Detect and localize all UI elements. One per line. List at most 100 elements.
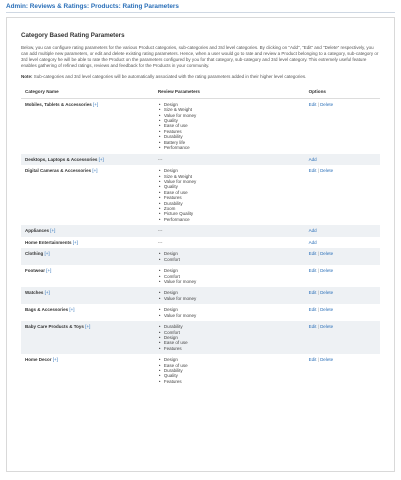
title-divider xyxy=(6,12,395,13)
params-cell: DesignSize & WeightValue for moneyQualit… xyxy=(154,98,305,153)
category-cell: Footwear [+] xyxy=(21,265,154,287)
category-name: Baby Care Products & Toys xyxy=(25,324,84,330)
delete-link[interactable]: Delete xyxy=(320,307,333,312)
options-cell: Edit | Delete xyxy=(305,304,380,321)
delete-link[interactable]: Delete xyxy=(320,102,333,107)
section-note: Note: Sub-categories and 3rd level categ… xyxy=(21,74,380,80)
category-name: Appliances xyxy=(25,228,50,234)
add-link[interactable]: Add xyxy=(309,157,317,162)
options-separator: | xyxy=(317,357,319,363)
edit-link[interactable]: Edit xyxy=(309,307,317,312)
expand-category-link[interactable]: [+] xyxy=(45,290,50,295)
edit-link[interactable]: Edit xyxy=(309,290,317,295)
params-cell: DurabilityComfortDesignEase of useFeatur… xyxy=(153,321,305,355)
delete-link[interactable]: Delete xyxy=(320,168,333,173)
panel-content: Category Based Rating Parameters Below, … xyxy=(21,32,380,387)
expand-category-link[interactable]: [+] xyxy=(85,324,90,329)
params-cell: --- xyxy=(153,225,305,237)
header-params: Review Parameters xyxy=(153,87,305,99)
table-row: Baby Care Products & Toys [+]DurabilityC… xyxy=(21,321,380,355)
param-item: Performance xyxy=(158,145,303,151)
param-item: Features xyxy=(158,379,303,385)
params-list: DesignEase of useDurabilityQualityFeatur… xyxy=(158,357,303,384)
edit-link[interactable]: Edit xyxy=(309,324,317,329)
delete-link[interactable]: Delete xyxy=(320,357,333,362)
expand-category-link[interactable]: [+] xyxy=(73,240,78,245)
category-cell: Desktops, Laptops & Accessories [+] xyxy=(21,153,154,166)
params-cell: --- xyxy=(154,237,305,249)
table-row: Appliances [+] --- Add xyxy=(21,225,380,237)
category-name: Bags & Accessories xyxy=(25,307,69,313)
header-options: Options xyxy=(304,87,380,99)
expand-category-link[interactable]: [+] xyxy=(99,157,104,162)
note-text: Sub-categories and 3rd level categories … xyxy=(32,73,307,79)
delete-link[interactable]: Delete xyxy=(320,268,333,273)
params-list: DesignComfortValue for money xyxy=(158,268,303,285)
options-cell: Edit | Delete xyxy=(305,165,380,225)
delete-link[interactable]: Delete xyxy=(320,251,333,256)
add-link[interactable]: Add xyxy=(309,240,317,245)
edit-link[interactable]: Edit xyxy=(309,268,317,273)
options-cell: Edit | Delete xyxy=(305,265,380,287)
delete-link[interactable]: Delete xyxy=(320,324,333,329)
category-cell: Mobiles, Tablets & Accessories [+] xyxy=(21,98,154,153)
category-cell: Clothing [+] xyxy=(21,248,154,266)
params-cell: DesignValue for money xyxy=(153,287,305,305)
params-list: DesignSize & WeightValue for moneyQualit… xyxy=(158,168,303,223)
category-cell: Home Entertainments [+] xyxy=(21,237,154,249)
category-cell: Bags & Accessories [+] xyxy=(21,304,154,321)
category-name: Watches xyxy=(25,290,44,296)
options-cell: Add xyxy=(304,153,380,166)
param-item: Value for money xyxy=(158,313,303,319)
options-separator: | xyxy=(317,101,319,107)
category-name: Digital Cameras & Accessories xyxy=(25,168,92,174)
expand-category-link[interactable]: [+] xyxy=(50,228,55,233)
rating-parameters-panel: Category Based Rating Parameters Below, … xyxy=(6,17,395,472)
params-list: DurabilityComfortDesignEase of useFeatur… xyxy=(158,324,303,351)
params-cell: --- xyxy=(153,153,305,166)
options-cell: Edit | Delete xyxy=(304,248,380,266)
table-row: Home Decor [+]DesignEase of useDurabilit… xyxy=(21,354,380,387)
category-cell: Watches [+] xyxy=(21,287,154,305)
expand-category-link[interactable]: [+] xyxy=(53,357,58,362)
param-item: Value for money xyxy=(158,296,303,302)
options-separator: | xyxy=(317,268,319,274)
params-list: DesignSize & WeightValue for moneyQualit… xyxy=(158,102,303,151)
expand-category-link[interactable]: [+] xyxy=(93,102,98,107)
add-link[interactable]: Add xyxy=(309,228,317,233)
edit-link[interactable]: Edit xyxy=(309,168,317,173)
expand-category-link[interactable]: [+] xyxy=(92,168,97,173)
expand-category-link[interactable]: [+] xyxy=(45,251,50,256)
category-name: Mobiles, Tablets & Accessories xyxy=(25,101,92,107)
params-cell: DesignSize & WeightValue for moneyQualit… xyxy=(154,165,305,225)
category-name: Desktops, Laptops & Accessories xyxy=(25,156,98,162)
category-cell: Appliances [+] xyxy=(21,225,154,237)
edit-link[interactable]: Edit xyxy=(309,251,317,256)
options-cell: Edit | Delete xyxy=(304,287,380,305)
table-row: Digital Cameras & Accessories [+] DesignS… xyxy=(21,165,380,225)
options-separator: | xyxy=(317,290,319,296)
table-row: Desktops, Laptops & Accessories [+] --- Ad… xyxy=(21,153,380,166)
params-cell: DesignComfortValue for money xyxy=(154,265,305,287)
category-name: Home Decor xyxy=(25,357,52,363)
expand-category-link[interactable]: [+] xyxy=(69,307,74,312)
page-title: Admin: Reviews & Ratings: Products: Rati… xyxy=(6,3,179,10)
section-description: Below, you can configure rating paramete… xyxy=(21,44,379,68)
options-separator: | xyxy=(317,251,319,257)
category-cell: Baby Care Products & Toys [+] xyxy=(21,321,154,355)
options-cell: Edit | Delete xyxy=(305,98,380,153)
edit-link[interactable]: Edit xyxy=(309,357,317,362)
edit-link[interactable]: Edit xyxy=(309,102,317,107)
table-header-row: Category Name Review Parameters Options xyxy=(21,87,380,99)
delete-link[interactable]: Delete xyxy=(320,290,333,295)
note-label: Note: xyxy=(21,73,33,79)
category-cell: Home Decor [+] xyxy=(21,354,154,387)
expand-category-link[interactable]: [+] xyxy=(46,268,51,273)
table-row: Clothing [+]DesignComfortEdit | Delete xyxy=(21,248,380,266)
empty-params-marker: --- xyxy=(157,228,163,234)
empty-params-marker: --- xyxy=(157,239,163,245)
options-cell: Edit | Delete xyxy=(305,354,380,387)
table-body: Mobiles, Tablets & Accessories [+]Design… xyxy=(21,98,380,387)
header-category: Category Name xyxy=(21,87,154,99)
params-list: DesignComfort xyxy=(158,251,303,262)
